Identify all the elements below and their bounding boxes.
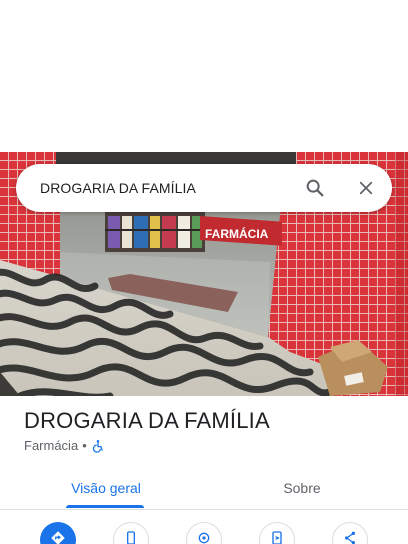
place-category: Farmácia bbox=[24, 438, 79, 453]
separator-dot: • bbox=[82, 438, 87, 453]
close-icon[interactable] bbox=[353, 175, 379, 201]
tab-overview[interactable]: Visão geral bbox=[56, 466, 156, 510]
send-to-phone-icon bbox=[269, 530, 285, 544]
place-name: DROGARIA DA FAMÍLIA bbox=[24, 408, 270, 433]
tab-bar: Visão geral Sobre bbox=[0, 466, 408, 510]
share-button[interactable] bbox=[332, 522, 368, 544]
nearby-button[interactable] bbox=[186, 522, 222, 544]
search-query-text[interactable]: DROGARIA DA FAMÍLIA bbox=[40, 180, 302, 196]
share-icon bbox=[342, 530, 358, 544]
phone-icon bbox=[123, 530, 139, 544]
tab-about[interactable]: Sobre bbox=[252, 466, 352, 510]
send-to-phone-button[interactable] bbox=[259, 522, 295, 544]
search-icon[interactable] bbox=[302, 175, 328, 201]
directions-icon bbox=[49, 529, 67, 544]
storefront-sign-text: FARMÁCIA bbox=[205, 226, 269, 241]
call-button[interactable] bbox=[113, 522, 149, 544]
search-bar[interactable]: DROGARIA DA FAMÍLIA bbox=[16, 164, 392, 212]
active-tab-indicator bbox=[66, 505, 144, 508]
directions-button[interactable] bbox=[40, 522, 76, 544]
nearby-icon bbox=[196, 530, 212, 544]
place-subtitle: Farmácia • bbox=[24, 438, 105, 453]
place-page: FARMÁCIA DROGARIA DA FAMÍLIA DROGARIA DA… bbox=[0, 0, 408, 544]
action-buttons bbox=[0, 522, 408, 544]
wheelchair-accessible-icon bbox=[91, 439, 105, 453]
